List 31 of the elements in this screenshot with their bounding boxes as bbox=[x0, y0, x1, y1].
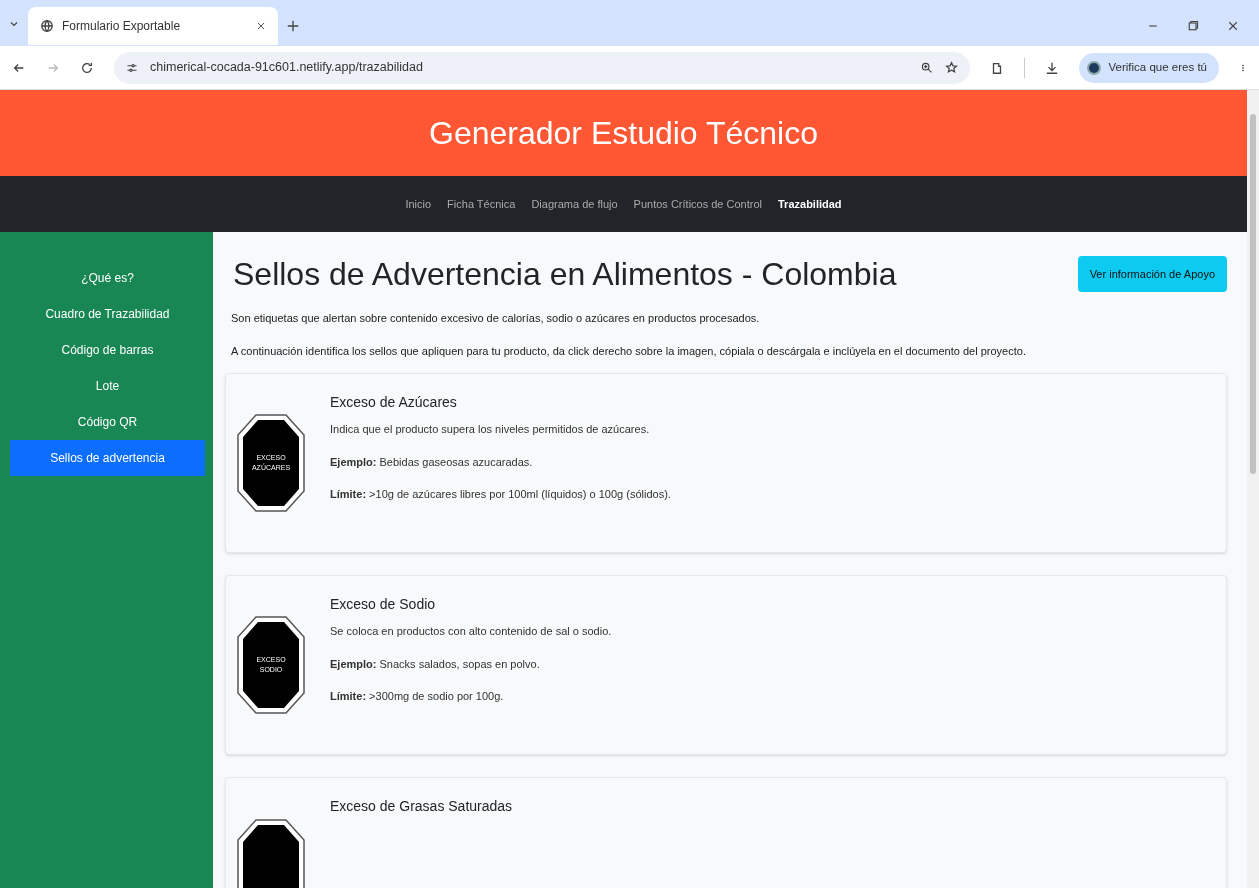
intro-paragraph: A continuación identifica los sellos que apliquen para tu producto, da click derecho sobre la imagen, cópiala o descárgala e inclúyela en el documento del proyecto. bbox=[231, 343, 1027, 359]
card-title: Exceso de Azúcares bbox=[330, 393, 458, 412]
profile-button[interactable]: Verifica que eres tú bbox=[1078, 52, 1219, 83]
nav-link[interactable]: Diagrama de flujo bbox=[527, 195, 622, 213]
url-text: chimerical-cocada-91c601.netlify.app/trazabilidad bbox=[150, 59, 424, 77]
nav-link[interactable]: Ficha Técnica bbox=[443, 195, 520, 213]
sidebar-item[interactable]: ¿Qué es? bbox=[10, 260, 205, 296]
card-description: Se coloca en productos con alto contenido de sal o sodio. bbox=[330, 624, 612, 639]
header-title: Generador Estudio Técnico bbox=[429, 114, 818, 153]
card-limit: Límite: >300mg de sodio por 100g. bbox=[330, 689, 505, 704]
card-title: Exceso de Sodio bbox=[330, 595, 437, 614]
profile-label: Verifica que eres tú bbox=[1108, 59, 1208, 75]
card-title: Exceso de Grasas Saturadas bbox=[330, 797, 513, 816]
nav-link[interactable]: Inicio bbox=[401, 195, 436, 213]
card-example: Ejemplo: Bebidas gaseosas azucaradas. bbox=[330, 454, 534, 470]
browser-tab[interactable]: Formulario Exportable bbox=[28, 7, 278, 45]
sidebar-item[interactable]: Código QR bbox=[10, 404, 205, 440]
sidebar-item[interactable]: Cuadro de Trazabilidad bbox=[10, 296, 205, 332]
address-bar[interactable]: chimerical-cocada-91c601.netlify.app/trazabilidad bbox=[114, 51, 970, 84]
support-button[interactable]: Ver información de Apoyo bbox=[1077, 255, 1227, 293]
sidebar-item[interactable]: Lote bbox=[10, 368, 205, 404]
sidebar-item[interactable]: Código de barras bbox=[10, 332, 205, 368]
intro-paragraph: Son etiquetas que alertan sobre contenido excesivo de calorías, sodio o azúcares en productos procesados. bbox=[231, 311, 761, 326]
sidebar-item[interactable]: Sellos de advertencia bbox=[10, 440, 205, 476]
nav-link[interactable]: Trazabilidad bbox=[774, 195, 846, 213]
card-description: Indica que el producto supera los niveles permitidos de azúcares. bbox=[330, 422, 651, 437]
card-example: Ejemplo: Snacks salados, sopas en polvo. bbox=[330, 656, 541, 672]
card-limit: Límite: >10g de azúcares libres por 100ml (líquidos) o 100g (sólidos). bbox=[330, 487, 671, 502]
page-title: Sellos de Advertencia en Alimentos - Colombia bbox=[233, 255, 897, 294]
nav-link[interactable]: Puntos Críticos de Control bbox=[629, 195, 766, 213]
tab-title: Formulario Exportable bbox=[62, 18, 182, 35]
